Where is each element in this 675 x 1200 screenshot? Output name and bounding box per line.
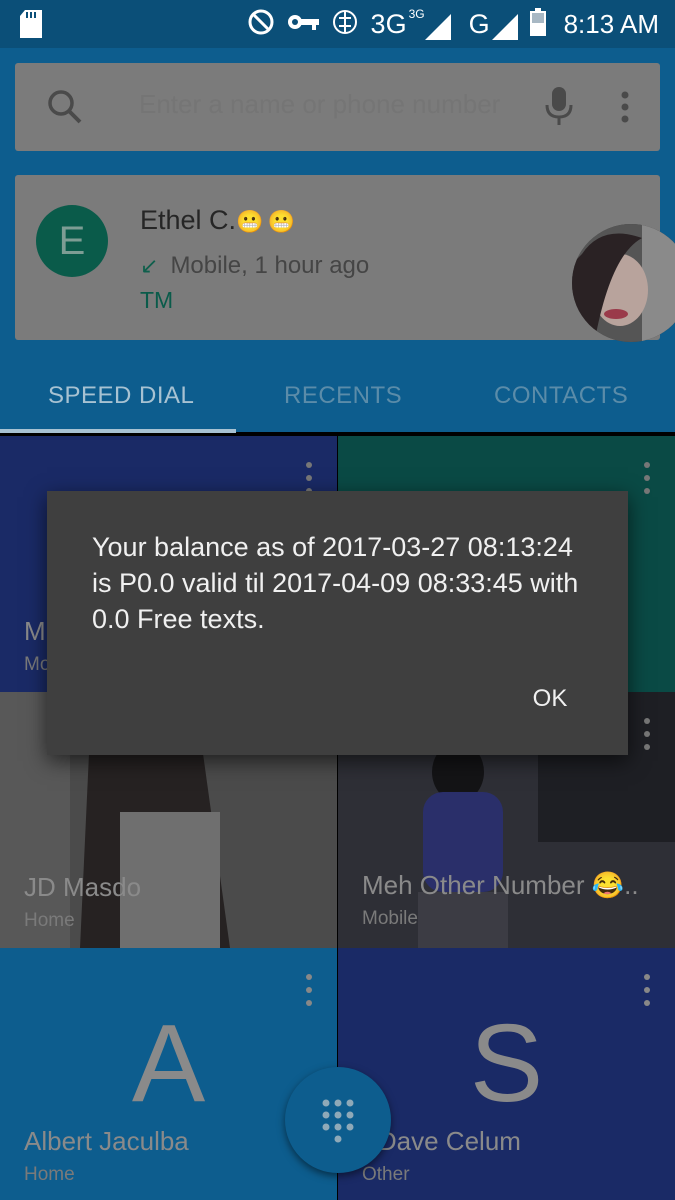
battery-icon: [529, 7, 546, 41]
tile-contact-name: Albert Jaculba: [24, 1126, 189, 1156]
tile-contact-name: M: [24, 616, 46, 646]
recent-call-card[interactable]: E Ethel C.😬😬 ↙ Mobile, 1 hour ago TM: [15, 175, 660, 340]
signal-3g: 3G 3G: [371, 7, 451, 40]
dialpad-icon: [322, 1099, 354, 1143]
tile-menu-icon[interactable]: [305, 972, 313, 1008]
mic-icon[interactable]: [543, 85, 575, 129]
incoming-call-arrow-icon: ↙: [140, 253, 159, 278]
signal-g: G: [469, 9, 518, 40]
data-sync-icon: [331, 8, 359, 41]
do-not-disturb-icon: [247, 8, 275, 41]
ok-button[interactable]: OK: [515, 677, 585, 721]
signal-icon: [491, 13, 518, 40]
search-bar[interactable]: [15, 63, 660, 151]
search-input[interactable]: [139, 89, 519, 120]
tab-indicator: [0, 429, 236, 433]
avatar: E: [36, 205, 108, 277]
recent-call-detail: ↙ Mobile, 1 hour ago: [140, 252, 370, 279]
tile-menu-icon[interactable]: [643, 460, 651, 496]
carrier-label: TM: [140, 287, 174, 313]
tile-phone-type: Home: [24, 1164, 75, 1185]
recent-contact-name: Ethel C.😬😬: [140, 205, 299, 235]
balance-dialog: Your balance as of 2017-03-27 08:13:24 i…: [47, 491, 628, 755]
tab-bar: SPEED DIAL RECENTS CONTACTS: [0, 360, 675, 432]
tile-phone-type: Home: [24, 910, 75, 931]
sd-card-icon: [20, 10, 42, 43]
tab-speed-dial[interactable]: SPEED DIAL: [48, 382, 194, 410]
tab-contacts[interactable]: CONTACTS: [494, 382, 628, 410]
tile-contact-name: JD Masdo: [24, 872, 142, 902]
search-icon: [45, 87, 85, 127]
tile-contact-name: Meh Other Number 😂..: [362, 870, 639, 900]
tile-phone-type: Mobile: [362, 908, 418, 929]
tab-recents[interactable]: RECENTS: [284, 382, 402, 410]
overflow-menu-icon[interactable]: [615, 89, 635, 125]
dialpad-button[interactable]: [285, 1067, 391, 1173]
tile-menu-icon[interactable]: [643, 972, 651, 1008]
dialog-message: Your balance as of 2017-03-27 08:13:24 i…: [92, 532, 579, 634]
clock: 8:13 AM: [563, 8, 659, 39]
status-bar: 3G 3G G 8:13 AM: [0, 0, 675, 48]
tile-menu-icon[interactable]: [643, 716, 651, 752]
signal-icon: [424, 13, 451, 40]
vpn-key-icon: [287, 12, 319, 37]
